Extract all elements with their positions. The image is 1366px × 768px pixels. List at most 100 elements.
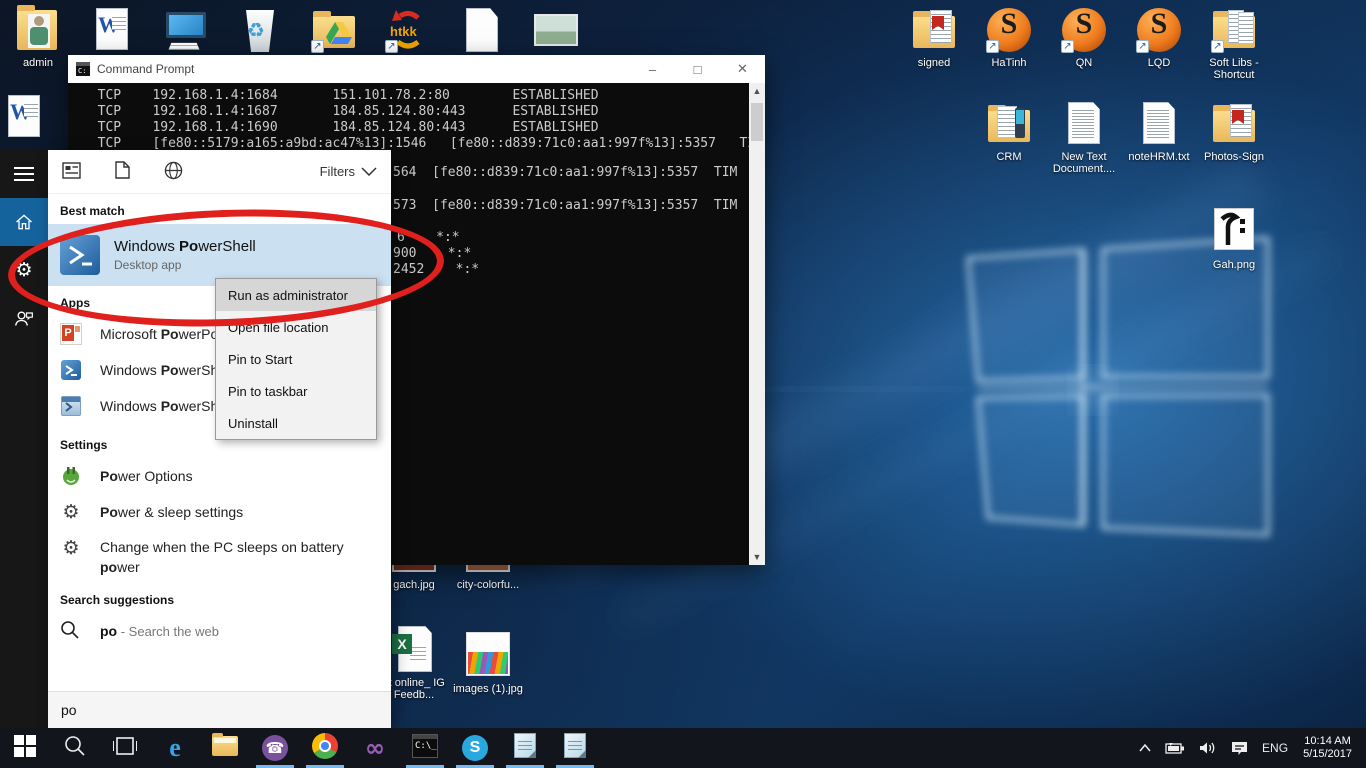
- desktop-icon-word-document[interactable]: W: [76, 6, 148, 54]
- scroll-up-icon[interactable]: ▲: [749, 83, 765, 99]
- filters-dropdown[interactable]: Filters: [320, 164, 377, 179]
- desktop-icon-soft-libs-shortcut[interactable]: ↗ Soft Libs - Shortcut: [1198, 6, 1270, 81]
- clock[interactable]: 10:14 AM 5/15/2017: [1295, 735, 1360, 761]
- taskbar-task-view-button[interactable]: [100, 728, 150, 768]
- search-suggestion-row[interactable]: po - Search the web: [48, 613, 391, 649]
- desktop-icon-htkk-app[interactable]: htkk ↗: [372, 6, 444, 54]
- chevron-down-icon: [361, 167, 377, 176]
- desktop-icon-notehrm-txt[interactable]: noteHRM.txt: [1123, 100, 1195, 163]
- docs-folder-icon: ↗: [1210, 6, 1258, 54]
- battery-icon[interactable]: [1158, 728, 1192, 768]
- clock-time: 10:14 AM: [1303, 735, 1352, 748]
- landscape-image-icon: [532, 6, 580, 54]
- desktop: admin W ♻ ↗ htkk ↗ W signed S ↗HaTinh S …: [0, 0, 1366, 768]
- taskbar-start-button[interactable]: [0, 728, 50, 768]
- taskbar-viber-button[interactable]: ☎: [250, 728, 300, 768]
- cmd-scrollbar[interactable]: ▲ ▼: [749, 83, 765, 565]
- desktop-icon-signed[interactable]: signed: [898, 6, 970, 69]
- gear-icon: ⚙: [60, 537, 82, 559]
- taskbar-skype-button[interactable]: S: [450, 728, 500, 768]
- desktop-icon-photos-sign[interactable]: Photos-Sign: [1198, 100, 1270, 163]
- app-result-label: Windows PowerShe: [100, 398, 226, 414]
- scroll-down-icon[interactable]: ▼: [749, 549, 765, 565]
- action-center-icon[interactable]: [1224, 728, 1255, 768]
- taskbar-chrome-button[interactable]: [300, 728, 350, 768]
- skype-icon: S: [462, 735, 488, 761]
- notepad-2-icon: [564, 733, 586, 763]
- rail-feedback-button[interactable]: [0, 294, 48, 342]
- tray-chevron-up-icon[interactable]: [1132, 728, 1158, 768]
- rail-home-button[interactable]: [0, 198, 48, 246]
- taskbar-file-explorer-button[interactable]: [200, 728, 250, 768]
- setting-result-row[interactable]: ⚙ Power & sleep settings: [48, 494, 391, 530]
- pdf-folder-icon: [910, 6, 958, 54]
- volume-icon[interactable]: [1192, 728, 1224, 768]
- this-pc-icon: [162, 6, 210, 54]
- desktop-icon-google-drive[interactable]: ↗: [298, 6, 370, 54]
- desktop-icon-hatinh[interactable]: S ↗HaTinh: [973, 6, 1045, 69]
- desktop-icon-admin[interactable]: admin: [2, 6, 74, 69]
- web-filter-icon[interactable]: [164, 161, 183, 183]
- desktop-icon-label: city-colorfu...: [452, 579, 524, 591]
- desktop-icon-gah-png[interactable]: Gah.png: [1198, 208, 1270, 271]
- scrollbar-thumb[interactable]: [751, 103, 763, 141]
- desktop-icon-qn[interactable]: S ↗QN: [1048, 6, 1120, 69]
- home-icon: [14, 212, 34, 232]
- search-filter-bar: Filters: [48, 150, 391, 194]
- context-menu-item-pin-to-taskbar[interactable]: Pin to taskbar: [216, 375, 376, 407]
- search-icon: [60, 620, 82, 642]
- desktop-icon-label: Photos-Sign: [1198, 151, 1270, 163]
- close-button[interactable]: ✕: [720, 55, 765, 83]
- taskbar-edge-button[interactable]: e: [150, 728, 200, 768]
- taskbar-command-prompt-button[interactable]: C:\_: [400, 728, 450, 768]
- powershell-icon: [60, 235, 100, 275]
- maximize-button[interactable]: □: [675, 55, 720, 83]
- system-tray: ENG 10:14 AM 5/15/2017: [1132, 728, 1366, 768]
- best-match-result[interactable]: Windows PowerShell Desktop app: [48, 224, 391, 286]
- start-icon: [14, 735, 36, 762]
- desktop-icon-crm[interactable]: CRM: [973, 100, 1045, 163]
- desktop-icon-recycle-bin[interactable]: ♻: [224, 6, 296, 54]
- desktop-icon-new-text-document[interactable]: New Text Document....: [1048, 100, 1120, 175]
- desktop-icon-label: signed: [898, 57, 970, 69]
- setting-result-row[interactable]: ⚙ Change when the PC sleeps on battery p…: [48, 530, 391, 577]
- cmd-output-text: TCP 192.168.1.4:1684 151.101.78.2:80 EST…: [82, 88, 763, 152]
- cmd-title: Command Prompt: [97, 62, 630, 76]
- taskbar-visual-studio-button[interactable]: ∞: [350, 728, 400, 768]
- cmd-titlebar[interactable]: C: Command Prompt – □ ✕: [68, 55, 765, 83]
- search-rail: ⚙: [0, 150, 48, 728]
- language-indicator[interactable]: ENG: [1255, 728, 1295, 768]
- desktop-icon-label: Soft Libs - Shortcut: [1198, 57, 1270, 81]
- taskbar-notepad-2-button[interactable]: [550, 728, 600, 768]
- desktop-icon-images-1-jpg[interactable]: images (1).jpg: [452, 632, 524, 695]
- rail-menu-button[interactable]: [0, 150, 48, 198]
- text-file-icon: [1135, 100, 1183, 148]
- taskbar-notepad-button[interactable]: [500, 728, 550, 768]
- rail-settings-button[interactable]: ⚙: [0, 246, 48, 294]
- taskbar-search-button[interactable]: [50, 728, 100, 768]
- context-menu-item-pin-to-start[interactable]: Pin to Start: [216, 343, 376, 375]
- documents-filter-icon[interactable]: [115, 161, 130, 182]
- context-menu-item-open-file-location[interactable]: Open file location: [216, 311, 376, 343]
- desktop-icon-this-pc[interactable]: [150, 6, 222, 54]
- setting-result-row[interactable]: Power Options: [48, 458, 391, 494]
- setting-result-label: Change when the PC sleeps on battery pow…: [100, 537, 350, 577]
- file-explorer-icon: [212, 736, 238, 761]
- cmd-output-fragment: 573 [fe80::d839:71c0:aa1:997f%13]:5357 T…: [393, 198, 737, 213]
- search-input[interactable]: po: [48, 691, 391, 728]
- powershell-icon: [60, 359, 82, 381]
- s-logo-icon: S ↗: [1135, 6, 1183, 54]
- apps-filter-icon[interactable]: [62, 162, 81, 182]
- desktop-icon-word-document[interactable]: W: [0, 93, 60, 141]
- hamburger-icon: [14, 166, 34, 182]
- crm-folder-icon: [985, 100, 1033, 148]
- recycle-bin-icon: ♻: [236, 6, 284, 54]
- desktop-icon-lqd[interactable]: S ↗LQD: [1123, 6, 1195, 69]
- desktop-icon-blank-document[interactable]: [446, 6, 518, 54]
- minimize-button[interactable]: –: [630, 55, 675, 83]
- context-menu-item-uninstall[interactable]: Uninstall: [216, 407, 376, 439]
- app-result-label: Microsoft PowerPo: [100, 326, 218, 342]
- context-menu-item-run-as-administrator[interactable]: Run as administrator: [216, 279, 376, 311]
- desktop-icon-landscape-image[interactable]: [520, 6, 592, 54]
- cmd-output-fragment: 900 *:*: [393, 246, 471, 261]
